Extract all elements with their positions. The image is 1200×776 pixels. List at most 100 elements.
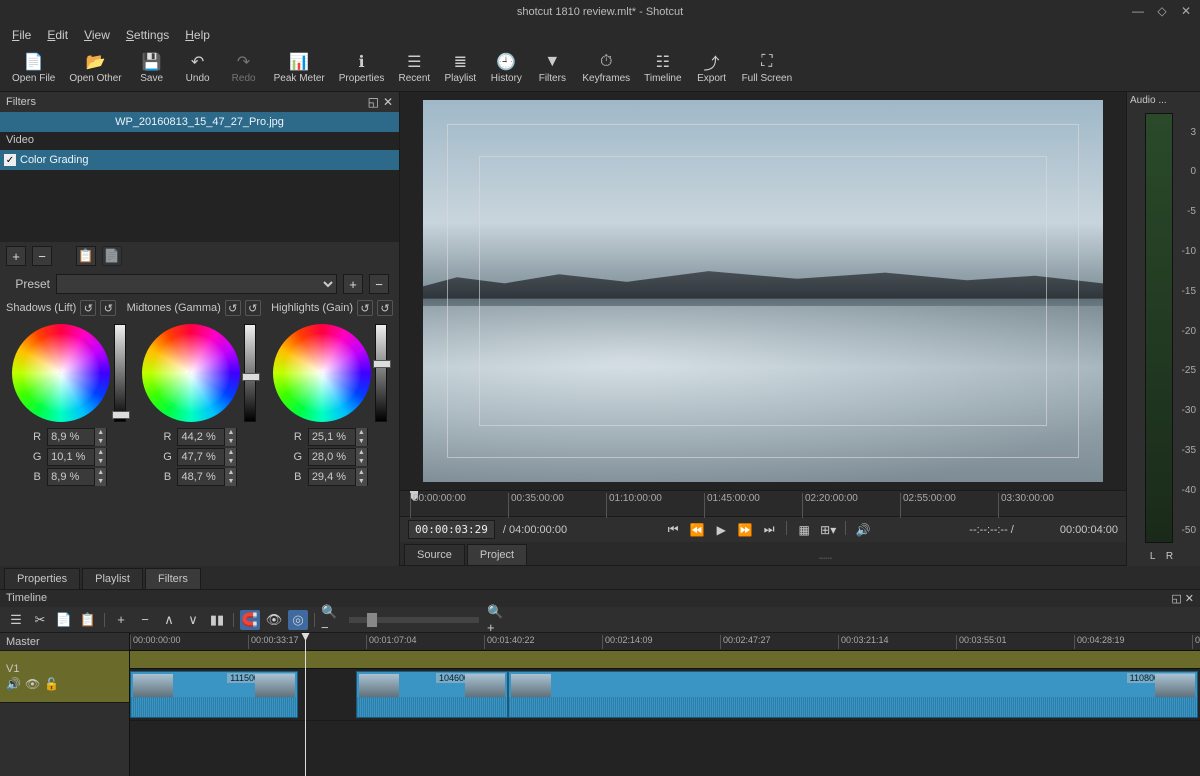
rewind-icon[interactable]: ⏪ [688,521,706,539]
tl-append-icon[interactable]: + [111,610,131,630]
toolbar-full-screen-button[interactable]: ⛶Full Screen [736,51,799,86]
preset-select[interactable] [56,274,337,294]
timeline-ruler[interactable]: 00:00:00:0000:00:33:1700:01:07:0400:01:4… [130,633,1200,651]
play-icon[interactable]: ▶ [712,521,730,539]
tab-project[interactable]: Project [467,544,527,565]
timeline-playhead[interactable] [305,633,306,776]
add-filter-button[interactable]: + [6,246,26,266]
r-spinner-1[interactable]: ▲▼ [177,428,237,446]
toolbar-save-button[interactable]: 💾Save [130,51,174,86]
master-track-header[interactable]: Master [0,633,129,651]
tl-split-icon[interactable]: ▮▮ [207,610,227,630]
preset-remove-button[interactable]: − [369,274,389,294]
r-spinner-2[interactable]: ▲▼ [308,428,368,446]
g-spinner-0[interactable]: ▲▼ [47,448,107,466]
minimize-button[interactable]: — [1130,3,1146,19]
toolbar-open-other-button[interactable]: 📂Open Other [63,51,127,86]
checkbox-icon[interactable]: ✓ [4,154,16,166]
b-spinner-2[interactable]: ▲▼ [308,468,368,486]
close-panel-icon[interactable]: ✕ [383,95,393,109]
paste-filter-button[interactable]: 📄 [102,246,122,266]
v1-track[interactable]: 11150015.MOV 10460001.MOV11080001.MOV [130,669,1200,721]
toolbar-undo-button[interactable]: ↶Undo [176,51,220,86]
tl-ripple-icon[interactable]: ◎ [288,610,308,630]
color-wheel-1[interactable] [142,324,240,422]
color-slider-0[interactable] [114,324,126,422]
volume-icon[interactable]: 🔊 [854,521,872,539]
highlights-reset-button[interactable]: ↺ [357,300,373,316]
v1-track-header[interactable]: V1 🔊 👁 🔓 [0,651,129,703]
toolbar-history-button[interactable]: 🕘History [484,51,528,86]
toolbar-keyframes-button[interactable]: ⏱Keyframes [576,51,636,86]
toolbar-redo-button[interactable]: ↷Redo [222,51,266,86]
preset-add-button[interactable]: + [343,274,363,294]
video-preview[interactable] [400,92,1126,490]
grid-icon[interactable]: ⊞▾ [819,521,837,539]
toolbar-filters-button[interactable]: ▼Filters [530,51,574,86]
filter-item-color-grading[interactable]: ✓ Color Grading [0,150,399,170]
shadows-reset-button[interactable]: ↺ [80,300,96,316]
tl-menu-icon[interactable]: ☰ [6,610,26,630]
toolbar-export-button[interactable]: ⤴Export [690,51,734,86]
timeline-close-icon[interactable]: ✕ [1185,593,1194,605]
tl-zoom-out-icon[interactable]: 🔍− [321,610,341,630]
b-spinner-0[interactable]: ▲▼ [47,468,107,486]
color-slider-1[interactable] [244,324,256,422]
tab-properties[interactable]: Properties [4,568,80,589]
color-wheel-0[interactable] [12,324,110,422]
g-spinner-2[interactable]: ▲▼ [308,448,368,466]
color-wheel-2[interactable] [273,324,371,422]
tab-source[interactable]: Source [404,544,465,565]
menu-help[interactable]: Help [177,26,218,44]
timeline-clip-0[interactable]: 11150015.MOV [130,671,298,718]
tl-overwrite-icon[interactable]: ∨ [183,610,203,630]
r-spinner-0[interactable]: ▲▼ [47,428,107,446]
skip-start-icon[interactable]: ⏮ [664,521,682,539]
fast-forward-icon[interactable]: ⏩ [736,521,754,539]
remove-filter-button[interactable]: − [32,246,52,266]
tl-paste-icon[interactable]: 📋 [78,610,98,630]
tl-scrub-icon[interactable]: 👁 [264,610,284,630]
current-media[interactable]: WP_20160813_15_47_27_Pro.jpg [0,112,399,132]
b-spinner-1[interactable]: ▲▼ [177,468,237,486]
tab-playlist[interactable]: Playlist [82,568,143,589]
menu-edit[interactable]: Edit [39,26,76,44]
tl-zoom-slider[interactable] [349,617,479,623]
close-button[interactable]: ✕ [1178,3,1194,19]
tl-copy-icon[interactable]: 📄 [54,610,74,630]
toolbar-peak-meter-button[interactable]: 📊Peak Meter [268,51,331,86]
skip-end-icon[interactable]: ⏭ [760,521,778,539]
track-hide-icon[interactable]: 👁 [25,677,40,691]
track-mute-icon[interactable]: 🔊 [6,677,21,691]
toolbar-timeline-button[interactable]: ☷Timeline [638,51,687,86]
master-track[interactable] [130,651,1200,669]
menu-settings[interactable]: Settings [118,26,177,44]
preview-ruler[interactable]: 00:00:00:0000:35:00:0001:10:00:0001:45:0… [400,490,1126,516]
tl-remove-icon[interactable]: − [135,610,155,630]
g-spinner-1[interactable]: ▲▼ [177,448,237,466]
midtones-reset2-button[interactable]: ↺ [245,300,261,316]
current-timecode[interactable]: 00:00:03:29 [408,520,495,539]
toolbar-playlist-button[interactable]: ≣Playlist [438,51,482,86]
tl-zoom-in-icon[interactable]: 🔍+ [487,610,507,630]
shadows-reset2-button[interactable]: ↺ [100,300,116,316]
tab-filters[interactable]: Filters [145,568,201,589]
midtones-reset-button[interactable]: ↺ [225,300,241,316]
toolbar-recent-button[interactable]: ☰Recent [392,51,436,86]
menu-view[interactable]: View [76,26,118,44]
timeline-clip-1[interactable]: 10460001.MOV [356,671,508,718]
undock-icon[interactable]: ◱ [368,95,379,109]
maximize-button[interactable]: ◇ [1154,3,1170,19]
tl-lift-icon[interactable]: ∧ [159,610,179,630]
timeline-undock-icon[interactable]: ◱ [1171,593,1181,605]
highlights-reset2-button[interactable]: ↺ [377,300,393,316]
track-lock-icon[interactable]: 🔓 [44,677,59,691]
tl-snap-icon[interactable]: 🧲 [240,610,260,630]
color-slider-2[interactable] [375,324,387,422]
tl-cut-icon[interactable]: ✂ [30,610,50,630]
toolbar-properties-button[interactable]: ℹProperties [333,51,391,86]
zoom-icon[interactable]: ▦ [795,521,813,539]
toolbar-open-file-button[interactable]: 📄Open File [6,51,61,86]
timeline-clip-2[interactable]: 11080001.MOV [508,671,1198,718]
copy-filter-button[interactable]: 📋 [76,246,96,266]
